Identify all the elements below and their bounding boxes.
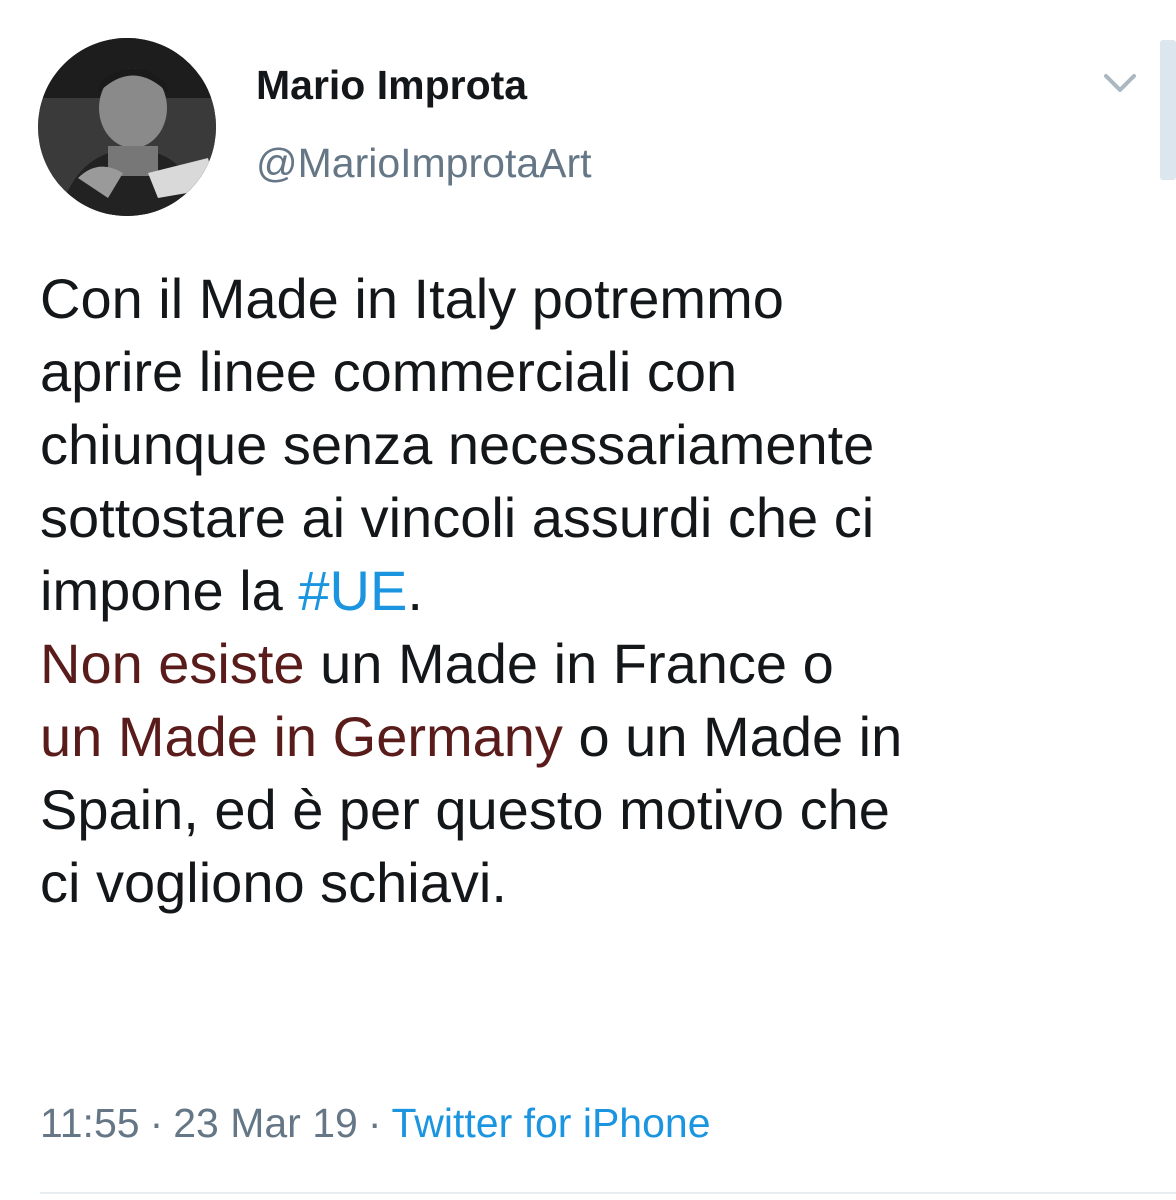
tweet-line: Non esiste un Made in France o xyxy=(40,627,1150,700)
tweet-date[interactable]: 23 Mar 19 xyxy=(173,1100,358,1146)
tweet-time[interactable]: 11:55 xyxy=(40,1100,140,1146)
author-handle[interactable]: @MarioImprotaArt xyxy=(256,140,592,187)
tweet-line: aprire linee commerciali con xyxy=(40,340,738,403)
tweet-line: sottostare ai vincoli assurdi che ci xyxy=(40,486,875,549)
tweet-text-segment: . xyxy=(407,559,423,622)
separator: · xyxy=(149,1100,164,1146)
tweet-text-segment: un Made in France o xyxy=(304,632,834,695)
tweet-line: Con il Made in Italy potremmo xyxy=(40,267,784,330)
chevron-down-icon[interactable] xyxy=(1100,68,1140,98)
separator: · xyxy=(367,1100,382,1146)
avatar[interactable] xyxy=(38,38,216,216)
highlighted-text: Non esiste xyxy=(40,632,305,695)
highlighted-text: un Made in Germany xyxy=(40,705,563,768)
tweet-meta: 11:55 · 23 Mar 19 · Twitter for iPhone xyxy=(40,1100,711,1147)
tweet-text: Con il Made in Italy potremmo aprire lin… xyxy=(40,262,1150,919)
tweet-card: Mario Improta @MarioImprotaArt Con il Ma… xyxy=(0,0,1176,1200)
tweet-source-link[interactable]: Twitter for iPhone xyxy=(391,1100,710,1146)
tweet-line: ci vogliono schiavi. xyxy=(40,851,507,914)
tweet-line: un Made in Germany o un Made in xyxy=(40,700,1150,773)
scrollbar[interactable] xyxy=(1160,40,1176,180)
tweet-line: chiunque senza necessariamente xyxy=(40,413,875,476)
hashtag-link[interactable]: #UE xyxy=(298,559,407,622)
tweet-text-segment: impone la xyxy=(40,559,299,622)
divider xyxy=(40,1192,1176,1194)
tweet-text-segment: o un Made in xyxy=(562,705,903,768)
author-name[interactable]: Mario Improta xyxy=(256,62,527,109)
tweet-line: Spain, ed è per questo motivo che xyxy=(40,778,890,841)
tweet-line: impone la #UE. xyxy=(40,554,1150,627)
